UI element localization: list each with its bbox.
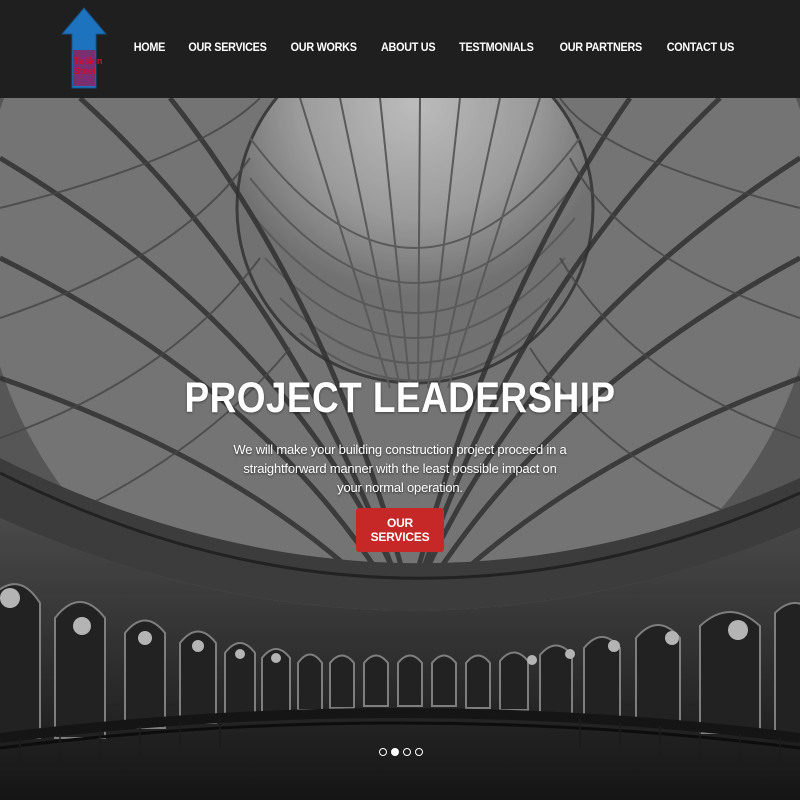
logo-text-line2: Steel [74, 66, 96, 76]
slider-dot-4[interactable] [415, 748, 423, 756]
nav-contact-us[interactable]: CONTACT US [667, 40, 735, 54]
brand-logo[interactable]: Tuskin Steel [60, 6, 108, 92]
our-services-button[interactable]: OUR SERVICES [356, 508, 444, 552]
slider-dot-3[interactable] [403, 748, 411, 756]
nav-about-us[interactable]: ABOUT US [381, 40, 436, 54]
nav-our-services[interactable]: OUR SERVICES [188, 40, 266, 54]
nav-our-works[interactable]: OUR WORKS [291, 40, 357, 54]
hero-title: PROJECT LEADERSHIP [184, 374, 616, 422]
logo-text: Tuskin Steel [74, 56, 102, 76]
main-nav: HOME OUR SERVICES OUR WORKS ABOUT US TES… [115, 40, 738, 54]
nav-home[interactable]: HOME [133, 40, 165, 54]
nav-our-partners[interactable]: OUR PARTNERS [559, 40, 642, 54]
logo-text-line1: Tuskin [74, 56, 103, 66]
slider-dot-2[interactable] [391, 748, 399, 756]
hero-subtitle: We will make your building construction … [233, 442, 567, 495]
slider-dot-1[interactable] [379, 748, 387, 756]
slider-pagination [379, 748, 423, 756]
nav-testimonials[interactable]: TESTMONIALS [459, 40, 534, 54]
hero-slider: PROJECT LEADERSHIP We will make your bui… [0, 98, 800, 800]
site-header: Tuskin Steel HOME OUR SERVICES OUR WORKS… [0, 0, 800, 98]
house-arrow-icon [60, 7, 108, 89]
